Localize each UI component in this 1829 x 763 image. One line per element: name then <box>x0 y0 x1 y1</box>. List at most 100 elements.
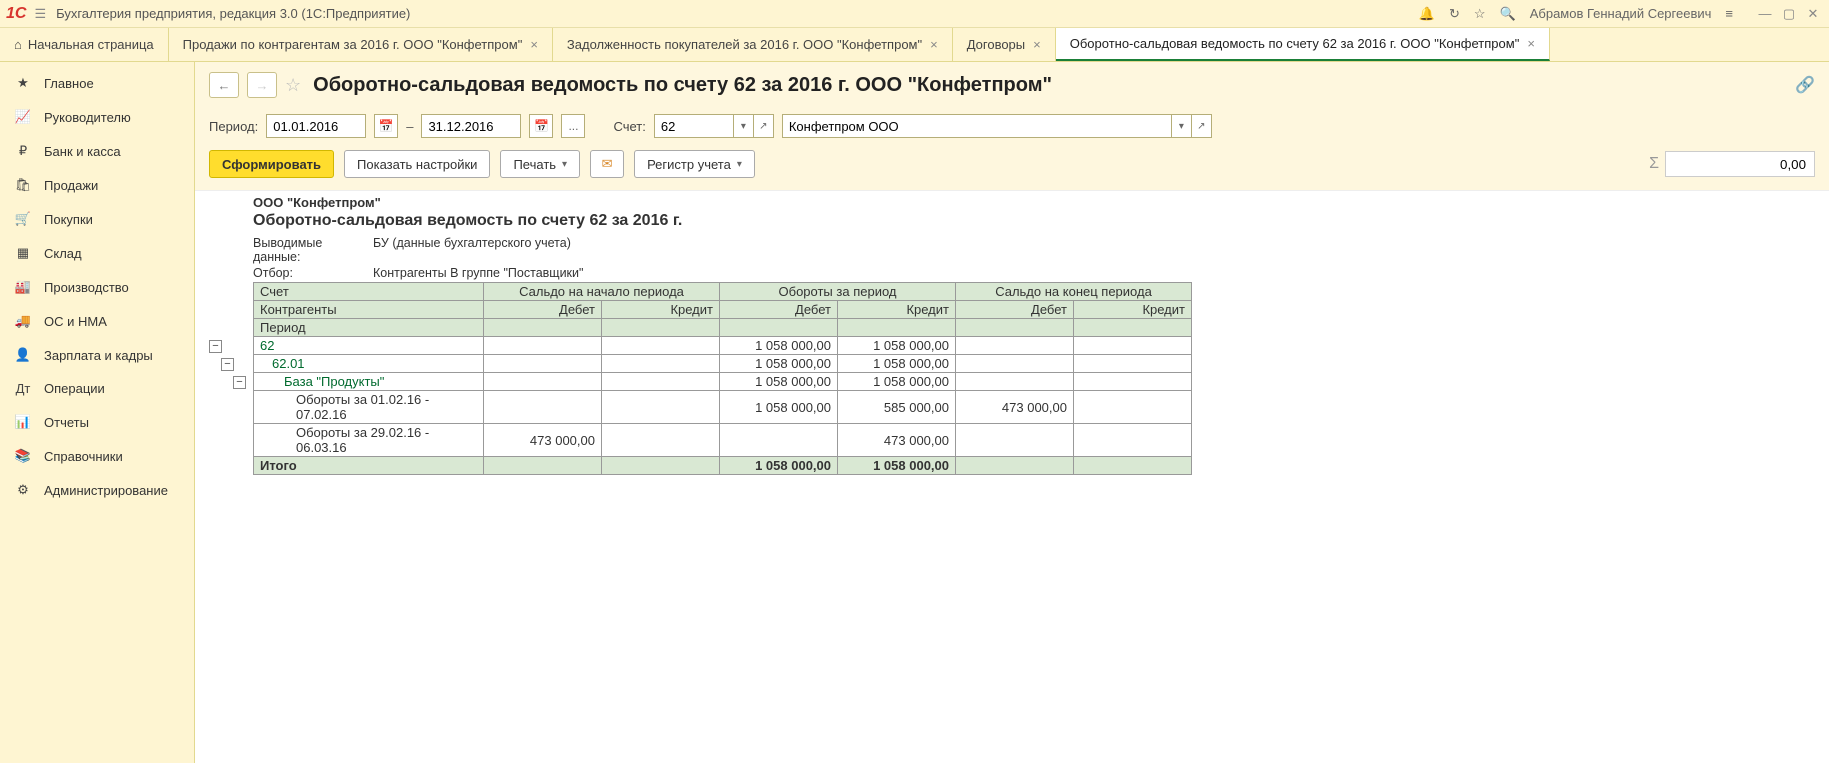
grid-icon: ▦ <box>14 245 32 261</box>
sidebar-item-label: Справочники <box>44 449 123 464</box>
account-open-icon[interactable]: ↗ <box>754 114 774 138</box>
sidebar-item-manager[interactable]: 📈Руководителю <box>0 100 194 134</box>
tab-sales-contr[interactable]: Продажи по контрагентам за 2016 г. ООО "… <box>169 28 553 61</box>
sidebar-item-sales[interactable]: 🛍Продажи <box>0 168 194 202</box>
tab-debt[interactable]: Задолженность покупателей за 2016 г. ООО… <box>553 28 953 61</box>
sidebar-item-assets[interactable]: 🚚ОС и НМА <box>0 304 194 338</box>
window-minimize[interactable]: — <box>1755 6 1775 22</box>
row-name: 62.01 <box>254 355 484 373</box>
nav-forward-button[interactable]: → <box>247 72 277 98</box>
user-name[interactable]: Абрамов Геннадий Сергеевич <box>1530 6 1712 21</box>
home-tab[interactable]: ⌂ Начальная страница <box>0 28 169 61</box>
sidebar-item-label: Главное <box>44 76 94 91</box>
sidebar-item-main[interactable]: ★ Главное <box>0 66 194 100</box>
window-close[interactable]: ✕ <box>1803 6 1823 22</box>
tree-collapse-icon[interactable]: − <box>209 340 222 353</box>
close-icon[interactable]: × <box>930 37 938 52</box>
date-to-input[interactable] <box>421 114 521 138</box>
tab-label: Продажи по контрагентам за 2016 г. ООО "… <box>183 37 523 52</box>
settings-button[interactable]: Показать настройки <box>344 150 490 178</box>
sidebar-item-bank[interactable]: ₽Банк и касса <box>0 134 194 168</box>
account-input[interactable] <box>654 114 734 138</box>
row-cell <box>484 373 602 391</box>
sidebar-item-refs[interactable]: 📚 Справочники <box>0 439 194 473</box>
generate-button[interactable]: Сформировать <box>209 150 334 178</box>
table-row[interactable]: База "Продукты"1 058 000,001 058 000,00 <box>254 373 1192 391</box>
filter-bar: Период: 📅 – 📅 ... Счет: ▾ ↗ ▾ ↗ <box>195 108 1829 150</box>
user-menu-icon[interactable]: ≡ <box>1725 6 1733 21</box>
bell-icon[interactable]: 🔔 <box>1419 6 1435 22</box>
tree-collapse-icon[interactable]: − <box>221 358 234 371</box>
tab-osv[interactable]: Оборотно-сальдовая ведомость по счету 62… <box>1056 28 1550 61</box>
row-cell <box>1074 355 1192 373</box>
account-dropdown-icon[interactable]: ▾ <box>734 114 754 138</box>
period-picker-button[interactable]: ... <box>561 114 585 138</box>
table-row[interactable]: 62.011 058 000,001 058 000,00 <box>254 355 1192 373</box>
link-icon[interactable]: 🔗 <box>1795 75 1815 95</box>
row-cell <box>602 391 720 424</box>
bag-icon: 🛍 <box>14 177 32 193</box>
report-title: Оборотно-сальдовая ведомость по счету 62… <box>253 212 1815 230</box>
row-name: База "Продукты" <box>254 373 484 391</box>
close-icon[interactable]: × <box>530 37 538 52</box>
sidebar-item-admin[interactable]: ⚙Администрирование <box>0 473 194 507</box>
dtkt-icon: Дт <box>14 381 32 396</box>
org-open-icon[interactable]: ↗ <box>1192 114 1212 138</box>
tabsbar: ⌂ Начальная страница Продажи по контраге… <box>0 28 1829 62</box>
email-button[interactable]: ✉ <box>590 150 624 178</box>
sidebar-item-label: ОС и НМА <box>44 314 107 329</box>
star-icon: ★ <box>14 75 32 91</box>
close-icon[interactable]: × <box>1527 36 1535 51</box>
meta-key: Выводимые данные: <box>253 236 373 264</box>
table-row[interactable]: Обороты за 01.02.16 - 07.02.161 058 000,… <box>254 391 1192 424</box>
row-cell <box>602 355 720 373</box>
bar-chart-icon: 📊 <box>14 414 32 430</box>
cart-icon: 🛒 <box>14 211 32 227</box>
page-title: Оборотно-сальдовая ведомость по счету 62… <box>313 74 1052 97</box>
row-cell <box>1074 424 1192 457</box>
table-row[interactable]: Обороты за 29.02.16 - 06.03.16473 000,00… <box>254 424 1192 457</box>
ruble-icon: ₽ <box>14 143 32 159</box>
star-icon[interactable]: ☆ <box>1474 6 1486 22</box>
total-row: Итого 1 058 000,00 1 058 000,00 <box>254 457 1192 475</box>
close-icon[interactable]: × <box>1033 37 1041 52</box>
books-icon: 📚 <box>14 448 32 464</box>
home-label: Начальная страница <box>28 37 154 52</box>
row-cell: 473 000,00 <box>484 424 602 457</box>
calendar-from-icon[interactable]: 📅 <box>374 114 398 138</box>
sidebar-item-production[interactable]: 🏭Производство <box>0 270 194 304</box>
tab-label: Договоры <box>967 37 1025 52</box>
row-cell <box>956 373 1074 391</box>
sidebar-item-label: Покупки <box>44 212 93 227</box>
search-icon[interactable]: 🔍 <box>1500 6 1516 22</box>
row-cell: 1 058 000,00 <box>720 337 838 355</box>
sigma-icon: Σ <box>1649 155 1659 173</box>
print-button[interactable]: Печать▾ <box>500 150 580 178</box>
row-cell <box>602 424 720 457</box>
tab-contracts[interactable]: Договоры × <box>953 28 1056 61</box>
sidebar-item-operations[interactable]: ДтОперации <box>0 372 194 405</box>
window-maximize[interactable]: ▢ <box>1779 6 1799 22</box>
table-row[interactable]: 62 1 058 000,001 058 000,00 <box>254 337 1192 355</box>
org-dropdown-icon[interactable]: ▾ <box>1172 114 1192 138</box>
nav-back-button[interactable]: ← <box>209 72 239 98</box>
row-name: Обороты за 29.02.16 - 06.03.16 <box>254 424 484 457</box>
sidebar-item-warehouse[interactable]: ▦Склад <box>0 236 194 270</box>
sidebar-item-reports[interactable]: 📊Отчеты <box>0 405 194 439</box>
register-button[interactable]: Регистр учета▾ <box>634 150 755 178</box>
sidebar-item-purchases[interactable]: 🛒 Покупки <box>0 202 194 236</box>
favorite-star-icon[interactable]: ☆ <box>285 75 301 96</box>
row-cell <box>956 355 1074 373</box>
hamburger-icon[interactable]: ☰ <box>34 6 46 22</box>
row-cell <box>484 391 602 424</box>
calendar-to-icon[interactable]: 📅 <box>529 114 553 138</box>
sum-input[interactable] <box>1665 151 1815 177</box>
history-icon[interactable]: ↻ <box>1449 6 1460 22</box>
org-input[interactable] <box>782 114 1172 138</box>
row-cell: 1 058 000,00 <box>838 337 956 355</box>
tree-collapse-icon[interactable]: − <box>233 376 246 389</box>
row-name: 62 <box>254 337 484 355</box>
date-from-input[interactable] <box>266 114 366 138</box>
th-debit: Дебет <box>720 301 838 319</box>
sidebar-item-hr[interactable]: 👤Зарплата и кадры <box>0 338 194 372</box>
